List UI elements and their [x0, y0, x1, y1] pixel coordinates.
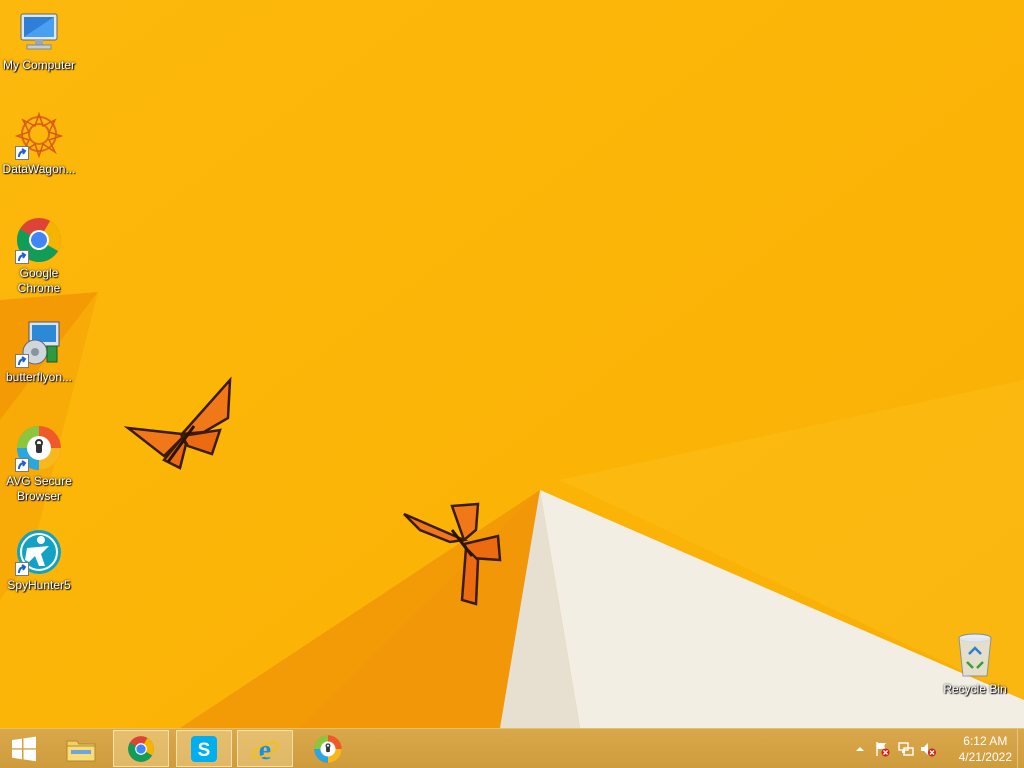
taskbar-skype-button[interactable]: S: [176, 730, 232, 767]
desktop[interactable]: My Computer DataWagon... Google Chrome b…: [0, 0, 1024, 768]
desktop-icon-label: My Computer: [2, 58, 76, 72]
shortcut-arrow-icon: [15, 458, 29, 472]
action-center-flag-icon[interactable]: [874, 741, 890, 757]
shortcut-arrow-icon: [15, 354, 29, 368]
desktop-icon-label: Google Chrome: [17, 266, 61, 295]
desktop-icon-my-computer[interactable]: My Computer: [0, 8, 78, 73]
internet-explorer-icon: e: [251, 735, 279, 764]
taskbar-avg-browser-button[interactable]: [300, 730, 356, 767]
network-icon[interactable]: [898, 741, 914, 757]
svg-text:S: S: [198, 740, 211, 761]
desktop-icon-datawagon[interactable]: DataWagon...: [0, 112, 78, 177]
svg-text:e: e: [259, 735, 271, 764]
clock[interactable]: 6:12 AM 4/21/2022: [959, 733, 1012, 765]
desktop-icon-spyhunter5[interactable]: SpyHunter5: [0, 528, 78, 593]
desktop-icon-label: AVG Secure Browser: [6, 474, 72, 503]
shortcut-arrow-icon: [15, 146, 29, 160]
taskbar-chrome-button[interactable]: [113, 730, 169, 767]
taskbar-file-explorer-button[interactable]: [53, 730, 109, 767]
recycle-bin-icon: [958, 633, 992, 677]
butterfly-decoration: [403, 502, 502, 606]
show-desktop-button[interactable]: [1017, 729, 1024, 768]
desktop-icon-label: butterflyon...: [5, 370, 73, 384]
desktop-icon-avg-secure-browser[interactable]: AVG Secure Browser: [0, 424, 78, 504]
avg-browser-icon: [314, 734, 342, 763]
volume-muted-icon[interactable]: [920, 741, 936, 757]
windows-start-icon: [12, 736, 36, 761]
desktop-icon-recycle-bin[interactable]: Recycle Bin: [936, 632, 1014, 697]
shortcut-arrow-icon: [15, 562, 29, 576]
desktop-icon-butterflyon[interactable]: butterflyon...: [0, 320, 78, 385]
desktop-icon-label: SpyHunter5: [7, 578, 71, 592]
desktop-icon-google-chrome[interactable]: Google Chrome: [0, 216, 78, 296]
show-hidden-icons-arrow-icon[interactable]: [852, 741, 868, 757]
shortcut-arrow-icon: [15, 250, 29, 264]
start-button[interactable]: [0, 730, 48, 767]
clock-time: 6:12 AM: [963, 734, 1008, 748]
chrome-icon: [128, 735, 154, 762]
desktop-icon-label: Recycle Bin: [943, 682, 1007, 696]
taskbar: S e 6:12 AM 4/21/2022: [0, 728, 1024, 768]
file-explorer-icon: [66, 740, 96, 761]
desktop-icon-label: DataWagon...: [2, 162, 76, 176]
computer-icon: [20, 13, 58, 50]
clock-date: 4/21/2022: [958, 750, 1012, 764]
butterfly-decoration: [124, 376, 232, 470]
skype-icon: S: [191, 735, 217, 762]
taskbar-internet-explorer-button[interactable]: e: [237, 730, 293, 767]
system-tray: 6:12 AM 4/21/2022: [834, 729, 1024, 768]
